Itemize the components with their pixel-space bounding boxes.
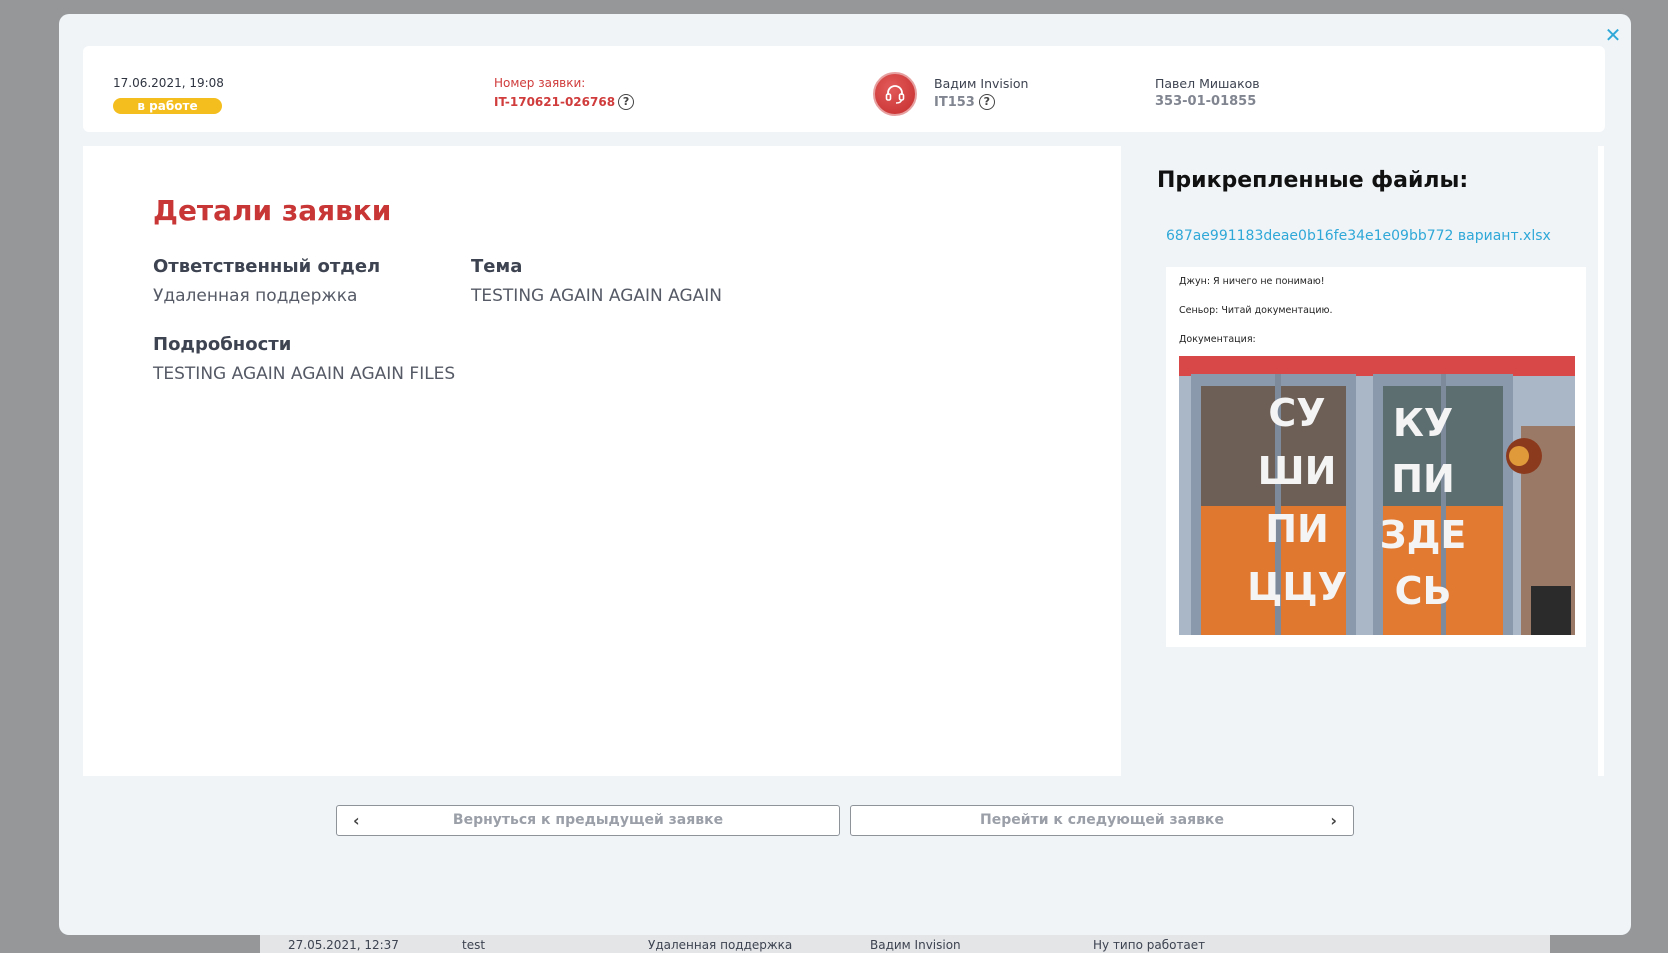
details-label: Подробности <box>153 334 292 355</box>
storefront-image: СУ ШИ ПИ ЦЦУ КУ ПИ ЗДЕ СЬ <box>1179 356 1575 635</box>
next-request-button[interactable]: Перейти к следующей заявке › <box>850 805 1354 836</box>
photo-text: КУ <box>1393 401 1453 445</box>
agent-id: IT153 ? <box>934 94 995 110</box>
details-title: Детали заявки <box>153 194 392 227</box>
client-name: Павел Мишаков <box>1155 76 1260 91</box>
chevron-left-icon: ‹ <box>353 811 360 830</box>
request-date: 17.06.2021, 19:08 <box>113 76 224 90</box>
request-details-panel: Детали заявки Ответственный отдел Удален… <box>83 146 1121 776</box>
bg-row-topic: test <box>462 938 486 952</box>
topic-value: TESTING AGAIN AGAIN AGAIN <box>471 286 723 306</box>
department-value: Удаленная поддержка <box>153 286 358 306</box>
prev-request-button[interactable]: ‹ Вернуться к предыдущей заявке <box>336 805 840 836</box>
bg-row-date: 27.05.2021, 12:37 <box>288 938 399 952</box>
request-number-label: Номер заявки: <box>494 76 586 90</box>
bg-row-department: Удаленная поддержка <box>648 938 793 952</box>
request-number: IT-170621-026768 ? <box>494 94 635 110</box>
request-number-value: IT-170621-026768 <box>494 95 616 109</box>
preview-line: Джун: Я ничего не понимаю! <box>1179 276 1325 287</box>
headset-icon <box>885 85 905 104</box>
agent-name: Вадим Invision <box>934 76 1029 91</box>
request-info-bar: 17.06.2021, 19:08 в работе Номер заявки:… <box>83 46 1605 132</box>
photo-text: ПИ <box>1265 507 1329 551</box>
status-badge: в работе <box>113 98 222 114</box>
close-icon[interactable]: ✕ <box>1602 24 1624 46</box>
chevron-right-icon: › <box>1330 811 1337 830</box>
preview-line: Сеньор: Читай документацию. <box>1179 305 1333 316</box>
agent-id-value: IT153 <box>934 94 975 110</box>
request-modal: ✕ 17.06.2021, 19:08 в работе Номер заявк… <box>59 14 1631 935</box>
topic-label: Тема <box>471 256 523 277</box>
help-icon[interactable]: ? <box>978 94 995 110</box>
details-value: TESTING AGAIN AGAIN AGAIN FILES <box>153 364 456 384</box>
photo-text: ЗДЕ <box>1380 513 1467 557</box>
preview-photo: СУ ШИ ПИ ЦЦУ КУ ПИ ЗДЕ СЬ <box>1179 356 1575 635</box>
photo-text: СУ <box>1268 391 1325 435</box>
attached-files-panel: Прикрепленные файлы: 687ae991183deae0b16… <box>1129 146 1599 776</box>
prev-request-label: Вернуться к предыдущей заявке <box>452 812 724 828</box>
files-scrollbar[interactable] <box>1598 146 1604 776</box>
attached-file-link[interactable]: 687ae991183deae0b16fe34e1e09bb772 вариан… <box>1166 228 1551 244</box>
next-request-label: Перейти к следующей заявке <box>980 812 1224 828</box>
photo-text: СЬ <box>1395 569 1452 613</box>
file-preview[interactable]: Джун: Я ничего не понимаю! Сеньор: Читай… <box>1166 267 1586 647</box>
client-phone: 353-01-01855 <box>1155 94 1257 109</box>
bg-row-agent: Вадим Invision <box>870 938 961 952</box>
photo-text: ПИ <box>1391 457 1455 501</box>
files-title: Прикрепленные файлы: <box>1157 168 1469 193</box>
bg-row-comment: Ну типо работает <box>1093 938 1206 952</box>
department-label: Ответственный отдел <box>153 256 381 277</box>
photo-text: ШИ <box>1258 449 1337 493</box>
photo-text: ЦЦУ <box>1247 565 1347 609</box>
help-icon[interactable]: ? <box>618 94 635 110</box>
preview-line: Документация: <box>1179 334 1256 345</box>
support-agent-avatar <box>873 72 917 116</box>
